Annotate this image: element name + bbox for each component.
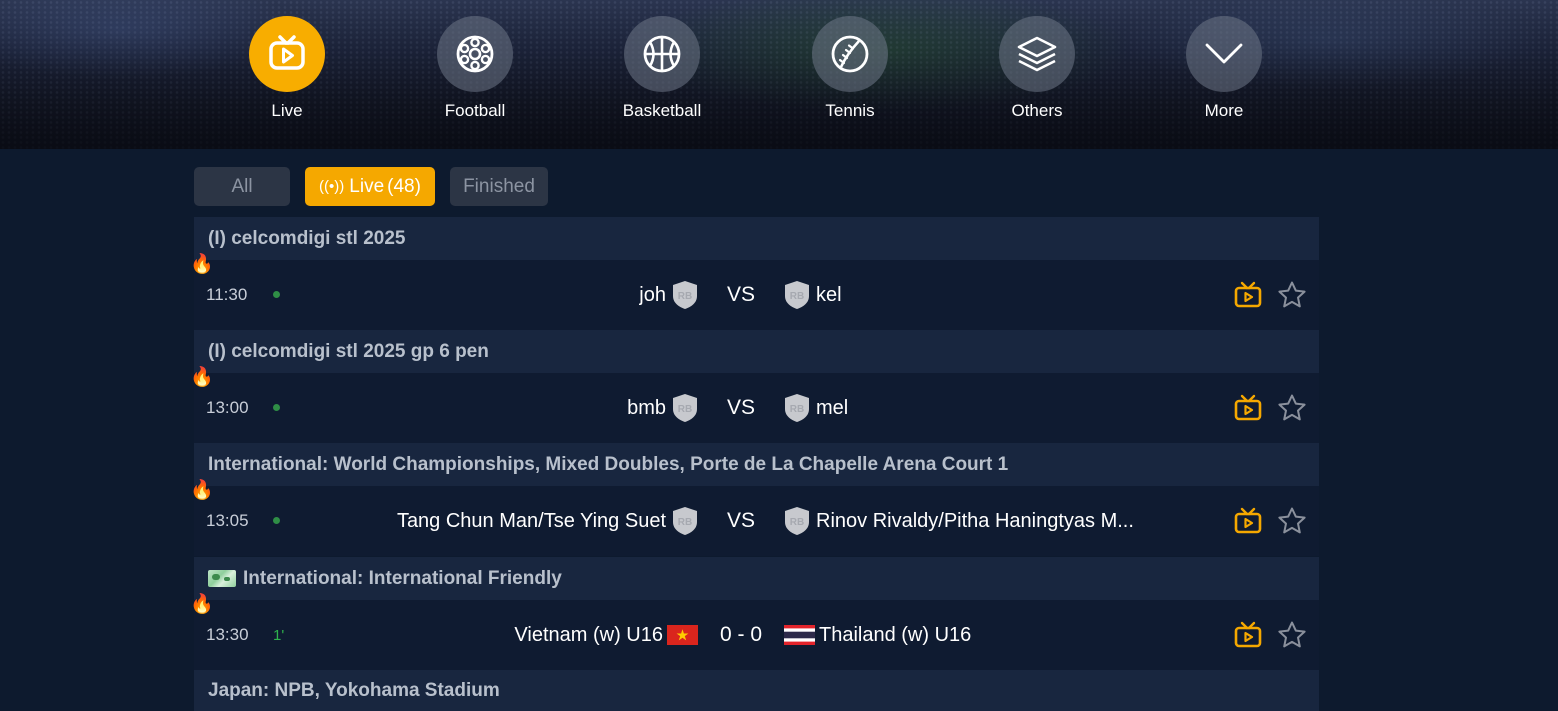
chevron-down-icon (1205, 43, 1243, 64)
broadcast-icon: ((•)) (319, 178, 345, 195)
match-time: 11:30 (206, 285, 248, 304)
league-header[interactable]: (I) celcomdigi stl 2025 (194, 217, 1319, 260)
home-team-name: joh (639, 283, 666, 306)
tab-live[interactable]: ((•)) Live (48) (305, 167, 435, 206)
away-team[interactable]: Thailand (w) U16 (784, 600, 1164, 670)
live-status-dot (273, 517, 280, 524)
svg-text:RB: RB (678, 517, 692, 528)
away-team[interactable]: RB Rinov Rivaldy/Pitha Haningtyas M... (784, 486, 1164, 556)
home-team[interactable]: joh RB (318, 260, 698, 330)
tab-finished-label: Finished (463, 175, 535, 197)
home-team-name: bmb (627, 396, 666, 419)
nav-live-label: Live (271, 101, 303, 120)
favorite-star-icon[interactable] (1277, 620, 1307, 650)
away-team-name: mel (816, 396, 849, 419)
team-shield-icon: RB (785, 281, 809, 309)
match-minute: 1' (273, 626, 285, 644)
layers-icon (1017, 36, 1057, 72)
live-stream-tv-icon[interactable] (1234, 281, 1262, 309)
league-header[interactable]: (I) celcomdigi stl 2025 gp 6 pen (194, 330, 1319, 373)
live-stream-tv-icon[interactable] (1234, 394, 1262, 422)
nav-live[interactable]: Live (227, 16, 347, 121)
live-stream-tv-icon[interactable] (1234, 621, 1262, 649)
live-status-dot (273, 291, 280, 298)
home-team-name: Tang Chun Man/Tse Ying Suet (396, 509, 666, 532)
favorite-star-icon[interactable] (1277, 280, 1307, 310)
tab-finished[interactable]: Finished (450, 167, 548, 206)
match-row[interactable]: 🔥 11:30 joh RB VS RB kel (190, 255, 1319, 330)
team-shield-icon: RB (673, 394, 697, 422)
match-row[interactable]: 🔥 13:30 1' Vietnam (w) U16 0 - 0 Thailan… (190, 595, 1319, 670)
versus-label: VS (726, 396, 755, 419)
match-time: 13:00 (206, 398, 249, 417)
away-team-name: Thailand (w) U16 (819, 623, 972, 646)
league-header[interactable]: International: International Friendly (194, 557, 1319, 600)
live-status-dot (273, 404, 280, 411)
svg-text:RB: RB (790, 517, 804, 528)
home-team-name: Vietnam (w) U16 (514, 623, 663, 646)
match-row[interactable]: 🔥 13:00 bmb RB VS RB mel (190, 368, 1319, 443)
league-name: (I) celcomdigi stl 2025 gp 6 pen (208, 340, 489, 362)
svg-text:RB: RB (678, 404, 692, 415)
nav-more[interactable]: More (1164, 16, 1284, 121)
favorite-star-icon[interactable] (1277, 393, 1307, 423)
nav-tennis-label: Tennis (825, 101, 875, 120)
league-name: International: World Championships, Mixe… (208, 453, 1009, 475)
team-shield-icon: RB (673, 507, 697, 535)
away-team-name: kel (816, 283, 842, 306)
match-time: 13:30 (206, 625, 249, 644)
match-time: 13:05 (206, 511, 249, 530)
versus-label: VS (726, 509, 755, 532)
favorite-star-icon[interactable] (1277, 506, 1307, 536)
team-shield-icon: RB (785, 507, 809, 535)
live-tv-icon (269, 35, 305, 70)
nav-football[interactable]: Football (415, 16, 535, 121)
nav-tennis[interactable]: Tennis (790, 16, 910, 121)
nav-basketball-label: Basketball (622, 101, 702, 120)
home-team[interactable]: Vietnam (w) U16 (318, 600, 698, 670)
nav-more-label: More (1204, 101, 1244, 120)
away-team[interactable]: RB mel (784, 373, 1164, 443)
league-name: (I) celcomdigi stl 2025 (208, 227, 406, 249)
home-team[interactable]: bmb RB (318, 373, 698, 443)
svg-text:RB: RB (790, 404, 804, 415)
league-name: International: International Friendly (243, 567, 562, 589)
tab-all[interactable]: All (194, 167, 290, 206)
tab-all-label: All (231, 175, 253, 197)
away-team[interactable]: RB kel (784, 260, 1164, 330)
match-score: 0 - 0 (719, 623, 763, 646)
svg-text:RB: RB (790, 291, 804, 302)
nav-football-label: Football (444, 101, 506, 120)
thailand-flag-icon (784, 625, 815, 645)
league-header[interactable]: International: World Championships, Mixe… (194, 443, 1319, 486)
league-name: Japan: NPB, Yokohama Stadium (208, 679, 500, 701)
team-shield-icon: RB (785, 394, 809, 422)
world-map-flag-icon (208, 570, 236, 587)
basketball-icon (643, 35, 681, 73)
tennis-ball-icon (831, 35, 869, 73)
away-team-name: Rinov Rivaldy/Pitha Haningtyas M... (816, 509, 1134, 532)
match-row[interactable]: 🔥 13:05 Tang Chun Man/Tse Ying Suet RB V… (190, 481, 1319, 556)
home-team[interactable]: Tang Chun Man/Tse Ying Suet RB (318, 486, 698, 556)
tab-live-label: Live (349, 175, 385, 197)
league-header[interactable]: Japan: NPB, Yokohama Stadium (194, 670, 1319, 711)
live-stream-tv-icon[interactable] (1234, 507, 1262, 535)
svg-text:RB: RB (678, 291, 692, 302)
nav-others-label: Others (1011, 101, 1063, 120)
tab-live-count: (48) (387, 175, 421, 197)
nav-others[interactable]: Others (977, 16, 1097, 121)
team-shield-icon: RB (673, 281, 697, 309)
versus-label: VS (726, 283, 755, 306)
sport-nav-banner: Live Football Basketball Tennis Others M… (0, 0, 1558, 149)
nav-basketball[interactable]: Basketball (602, 16, 722, 121)
football-icon (456, 35, 494, 73)
vietnam-flag-icon (667, 625, 698, 645)
